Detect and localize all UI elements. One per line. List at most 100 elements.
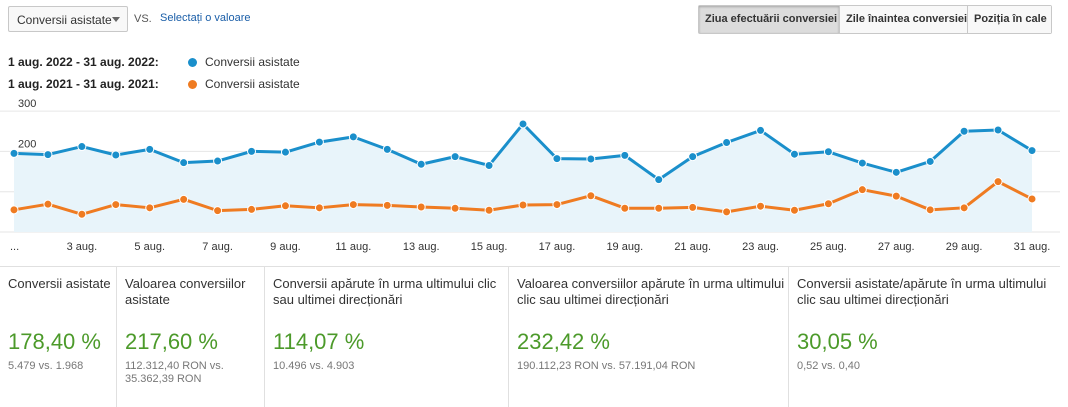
- metric-assisted-last-click-ratio: Conversii asistate/apărute în urma ultim…: [789, 267, 1060, 407]
- data-point: [9, 148, 19, 158]
- data-point: [959, 126, 969, 136]
- legend-series-name: Conversii asistate: [205, 77, 300, 91]
- x-tick-label: 7 aug.: [202, 241, 233, 253]
- tab-conversion-day[interactable]: Ziua efectuării conversiei: [699, 6, 840, 33]
- data-point: [43, 150, 53, 160]
- data-point: [823, 199, 833, 209]
- data-point: [280, 147, 290, 157]
- data-point: [348, 132, 358, 142]
- data-point: [145, 144, 155, 154]
- data-point: [484, 205, 494, 215]
- x-tick-label: 3 aug.: [67, 241, 98, 253]
- metric-title: Valoarea conversiilor apărute în urma ul…: [517, 276, 785, 307]
- select-value-link[interactable]: Selectați o valoare: [160, 12, 251, 24]
- data-point: [484, 160, 494, 170]
- legend-dot: [188, 79, 197, 89]
- data-point: [959, 203, 969, 213]
- x-tick-label: 19 aug.: [606, 241, 643, 253]
- data-point: [43, 199, 53, 209]
- data-point: [756, 125, 766, 135]
- data-point: [857, 158, 867, 168]
- metric-value: 217,60 %: [125, 329, 218, 354]
- data-point: [586, 191, 596, 201]
- data-point: [382, 144, 392, 154]
- metric-value: 232,42 %: [517, 329, 610, 354]
- data-point: [179, 194, 189, 204]
- metric-last-click-conversion-value: Valoarea conversiilor apărute în urma ul…: [509, 267, 789, 407]
- x-tick-label: 27 aug.: [878, 241, 915, 253]
- metric-value: 178,40 %: [8, 329, 101, 354]
- metric-title: Conversii apărute în urma ultimului clic…: [273, 276, 497, 307]
- data-point: [450, 152, 460, 162]
- metric-last-click-conversions: Conversii apărute în urma ultimului clic…: [265, 267, 509, 407]
- x-tick-label: 5 aug.: [134, 241, 165, 253]
- metric-title: Valoarea conversiilor asistate: [125, 276, 246, 307]
- data-point: [654, 175, 664, 185]
- metric-assisted-conversions: Conversii asistate 178,40 % 5.479 vs. 1.…: [0, 267, 117, 407]
- metrics-summary: Conversii asistate 178,40 % 5.479 vs. 1.…: [0, 266, 1060, 407]
- x-tick-label: 25 aug.: [810, 241, 847, 253]
- metric-comparison: 5.479 vs. 1.968: [8, 360, 84, 372]
- data-point: [416, 202, 426, 212]
- data-point: [993, 177, 1003, 187]
- data-point: [586, 154, 596, 164]
- x-tick-label: 15 aug.: [471, 241, 508, 253]
- metric-dropdown[interactable]: Conversii asistate: [8, 6, 128, 32]
- data-point: [620, 203, 630, 213]
- data-point: [145, 203, 155, 213]
- line-chart: 100200300...3 aug.5 aug.7 aug.9 aug.11 a…: [0, 98, 1060, 253]
- data-point: [518, 200, 528, 210]
- data-point: [247, 146, 257, 156]
- metric-dropdown-label: Conversii asistate: [17, 13, 112, 27]
- data-point: [314, 203, 324, 213]
- legend-range: 1 aug. 2022 - 31 aug. 2022:: [8, 55, 159, 69]
- data-point: [722, 138, 732, 148]
- metric-assisted-conversion-value: Valoarea conversiilor asistate 217,60 % …: [117, 267, 265, 407]
- data-point: [688, 202, 698, 212]
- metric-comparison: 190.112,23 RON vs. 57.191,04 RON: [517, 360, 696, 372]
- data-point: [722, 207, 732, 217]
- metric-comparison: 112.312,40 RON vs. 35.362,39 RON: [125, 360, 224, 385]
- data-point: [314, 137, 324, 147]
- metric-title: Conversii asistate: [8, 276, 111, 291]
- x-tick-label: 21 aug.: [674, 241, 711, 253]
- metric-comparison: 0,52 vs. 0,40: [797, 360, 860, 372]
- x-tick-label: ...: [10, 241, 19, 253]
- x-tick-label: 17 aug.: [539, 241, 576, 253]
- x-tick-label: 9 aug.: [270, 241, 301, 253]
- vs-label: VS.: [134, 13, 152, 25]
- data-point: [789, 205, 799, 215]
- view-tabs: Ziua efectuării conversiei Zile înaintea…: [698, 5, 1052, 34]
- data-point: [789, 149, 799, 159]
- data-point: [382, 200, 392, 210]
- data-point: [756, 201, 766, 211]
- y-tick-label: 200: [18, 138, 36, 150]
- data-point: [654, 203, 664, 213]
- series-area-fill: [14, 123, 1032, 232]
- tab-path-position[interactable]: Poziția în cale: [968, 6, 1051, 33]
- data-point: [416, 159, 426, 169]
- data-point: [552, 200, 562, 210]
- data-point: [688, 152, 698, 162]
- data-point: [993, 125, 1003, 135]
- tab-days-before-conversion[interactable]: Zile înaintea conversiei: [840, 6, 968, 33]
- x-tick-label: 29 aug.: [946, 241, 983, 253]
- metric-value: 114,07 %: [273, 329, 365, 354]
- data-point: [179, 158, 189, 168]
- data-point: [620, 150, 630, 160]
- data-point: [9, 205, 19, 215]
- metric-title: Conversii asistate/apărute în urma ultim…: [797, 276, 1047, 307]
- data-point: [111, 150, 121, 160]
- data-point: [213, 156, 223, 166]
- data-point: [111, 200, 121, 210]
- x-tick-label: 23 aug.: [742, 241, 779, 253]
- data-point: [77, 142, 87, 152]
- legend-series-name: Conversii asistate: [205, 55, 300, 69]
- y-tick-label: 300: [18, 98, 36, 110]
- data-point: [891, 167, 901, 177]
- metric-comparison: 10.496 vs. 4.903: [273, 360, 355, 372]
- data-point: [348, 200, 358, 210]
- data-point: [450, 203, 460, 213]
- chevron-down-icon: [112, 17, 120, 22]
- legend-range: 1 aug. 2021 - 31 aug. 2021:: [8, 77, 159, 91]
